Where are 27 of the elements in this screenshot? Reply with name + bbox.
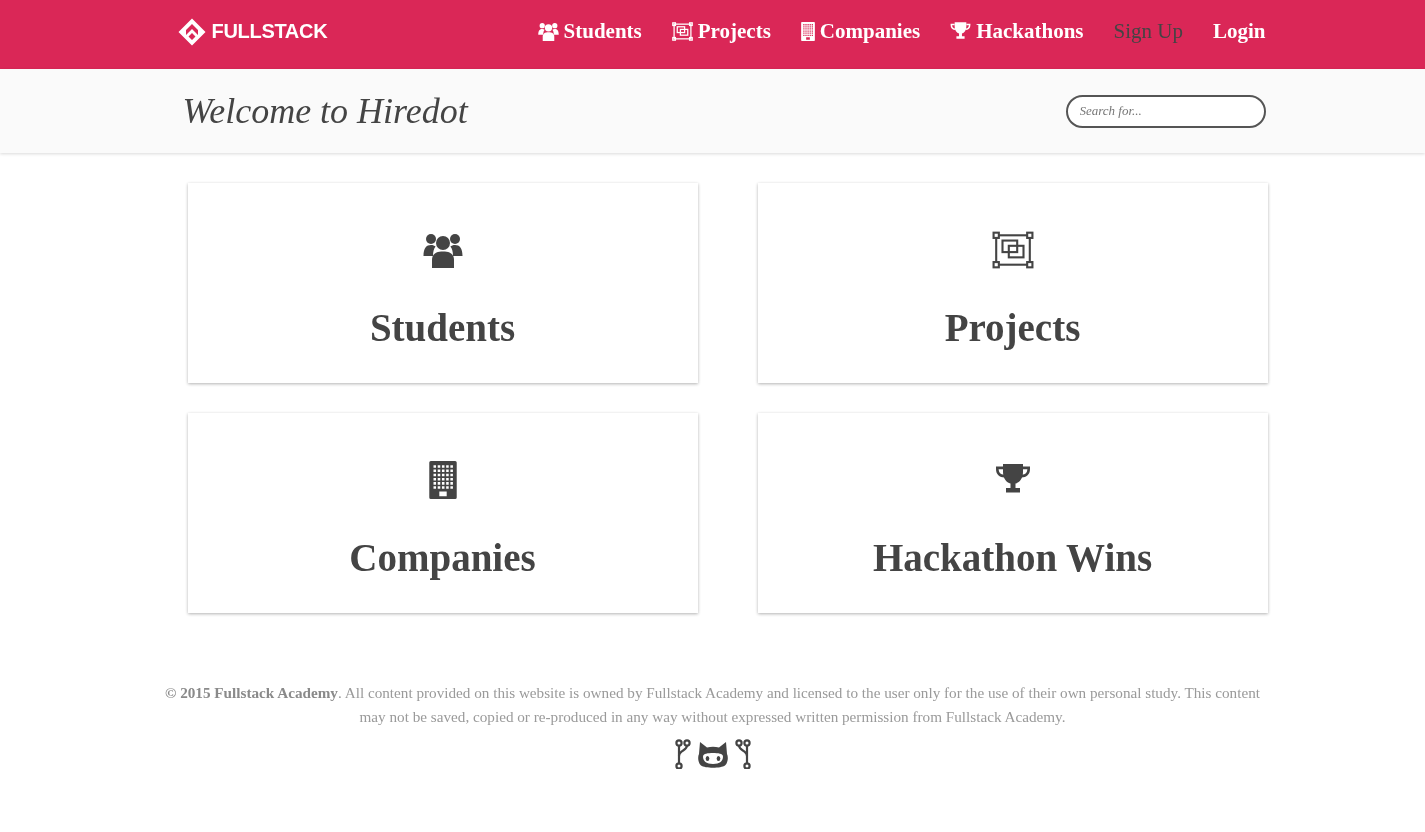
brand-logo-link[interactable]: FULLSTACK [177,17,328,46]
frame-icon [991,231,1034,269]
search-field[interactable]: Search for... [1065,94,1266,128]
copyright-notice: © 2015 Fullstack Academy. All content provided on this website is owned by Fullstack Academy and licensed to the user only for the use of their own personal study. This content may not be saved, copied or re-produced in any way without expressed written permission from Fullstack Academy. [164,683,1261,727]
nav-link[interactable]: Projects [671,19,771,44]
cat-with-branches-icon[interactable] [674,739,751,769]
card-title: Projects [944,305,1081,350]
people-icon [537,22,559,41]
frame-icon [671,22,693,41]
category-card[interactable]: Projects [757,183,1268,383]
card-title: Companies [349,535,536,580]
trophy-icon [950,22,972,41]
nav-link[interactable]: Hackathons [950,19,1084,44]
nav-link[interactable]: Login [1212,19,1266,44]
category-card[interactable]: Companies [187,413,698,613]
page-title: Welcome to Hiredot [182,90,468,132]
people-icon [422,232,463,268]
card-title: Students [369,305,516,350]
trophy-icon [994,464,1031,496]
category-card[interactable]: Students [187,183,698,383]
card-title: Hackathon Wins [872,535,1153,580]
building-icon [428,461,457,499]
building-icon [800,22,815,41]
category-card[interactable]: Hackathon Wins [757,413,1268,613]
diamond-logo-icon [177,17,206,46]
nav-link[interactable]: Companies [800,19,921,44]
nav-link[interactable]: Students [537,19,642,44]
